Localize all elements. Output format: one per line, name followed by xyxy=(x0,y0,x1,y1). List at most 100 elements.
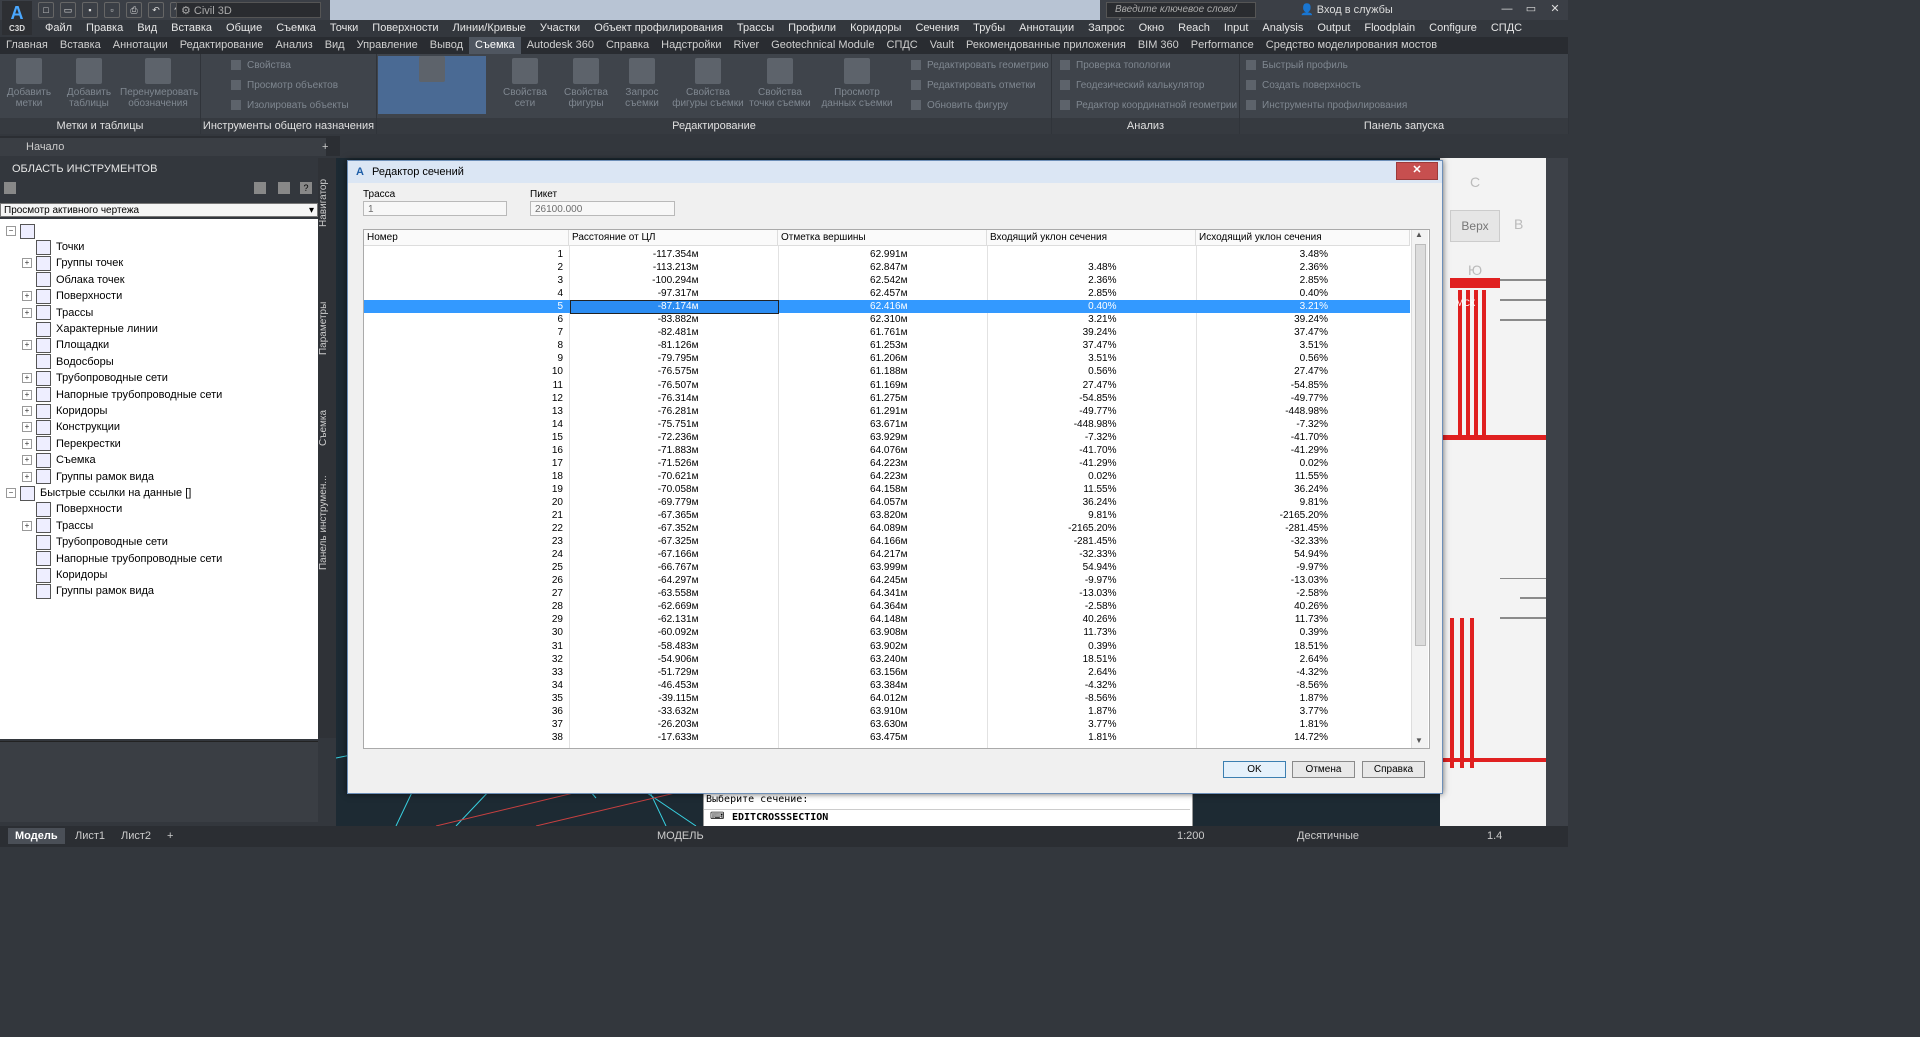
table-cell[interactable]: -54.85% xyxy=(997,392,1116,405)
table-cell[interactable]: 3.21% xyxy=(997,313,1116,326)
menu-item[interactable]: Analysis xyxy=(1255,20,1310,37)
table-cell[interactable]: -63.558м xyxy=(579,587,699,600)
table-cell[interactable]: 2 xyxy=(364,261,563,274)
table-cell[interactable]: 20 xyxy=(364,496,563,509)
survey-point-properties-button[interactable]: Свойства точки съемки xyxy=(747,58,813,109)
add-tables-button[interactable]: Добавить таблицы xyxy=(62,58,116,109)
table-cell[interactable]: 2.64% xyxy=(1206,653,1328,666)
menu-item[interactable]: Участки xyxy=(533,20,587,37)
tree-node[interactable]: + Трассы xyxy=(22,518,93,534)
expand-icon[interactable]: + xyxy=(22,389,32,400)
table-cell[interactable]: -8.56% xyxy=(1206,679,1328,692)
ribbon-tab[interactable]: Анализ xyxy=(270,37,319,54)
table-cell[interactable]: -97.317м xyxy=(579,287,699,300)
table-cell[interactable]: -2165.20% xyxy=(997,522,1116,535)
table-cell[interactable]: 0.56% xyxy=(1206,352,1328,365)
add-labels-button[interactable]: Добавить метки xyxy=(4,58,54,109)
table-cell[interactable]: 0.40% xyxy=(1206,287,1328,300)
table-cell[interactable]: 64.364м xyxy=(788,600,907,613)
close-icon[interactable]: ✕ xyxy=(1544,0,1566,18)
table-cell[interactable]: 61.169м xyxy=(788,379,907,392)
table-row[interactable]: 21 -67.365м 63.820м 9.81% -2165.20% xyxy=(364,509,1410,522)
table-cell[interactable]: -9.97% xyxy=(1206,561,1328,574)
table-row[interactable]: 2 -113.213м 62.847м 3.48% 2.36% xyxy=(364,261,1410,274)
table-cell[interactable]: 9.81% xyxy=(997,509,1116,522)
help-button[interactable]: Справка xyxy=(1362,761,1425,778)
tree-node[interactable]: +Напорные трубопроводные сети xyxy=(22,551,222,567)
column-header[interactable]: Номер xyxy=(364,230,569,245)
table-cell[interactable]: 61.761м xyxy=(788,326,907,339)
table-cell[interactable]: -79.795м xyxy=(579,352,699,365)
table-cell[interactable]: 36.24% xyxy=(997,496,1117,509)
table-cell[interactable]: 17 xyxy=(364,457,563,470)
table-cell[interactable]: 0.39% xyxy=(1206,626,1328,639)
update-figure-button[interactable]: Обновить фигуру xyxy=(911,96,1008,116)
table-cell[interactable]: 13 xyxy=(364,405,563,418)
table-cell[interactable]: 38 xyxy=(364,731,563,744)
table-cell[interactable]: -62.131м xyxy=(579,613,699,626)
table-cell[interactable]: 3.48% xyxy=(997,261,1116,274)
table-row[interactable]: 27 -63.558м 64.341м -13.03% -2.58% xyxy=(364,587,1410,600)
table-cell[interactable]: 0.56% xyxy=(997,365,1116,378)
table-cell[interactable]: -70.621м xyxy=(579,470,699,483)
table-cell[interactable]: -70.058м xyxy=(579,483,699,496)
column-header[interactable]: Входящий уклон сечения xyxy=(987,230,1196,245)
table-row[interactable]: 25 -66.767м 63.999м 54.94% -9.97% xyxy=(364,561,1410,574)
table-cell[interactable]: 7 xyxy=(364,326,563,339)
save-icon[interactable]: ▪ xyxy=(82,2,98,18)
table-cell[interactable]: 1.87% xyxy=(997,705,1116,718)
table-cell[interactable]: 61.291м xyxy=(788,405,907,418)
saveas-icon[interactable]: ▫ xyxy=(104,2,120,18)
table-cell[interactable]: 64.057м xyxy=(788,496,907,509)
table-cell[interactable]: -72.236м xyxy=(579,431,699,444)
table-cell[interactable]: 22 xyxy=(364,522,563,535)
table-cell[interactable]: -49.77% xyxy=(997,405,1116,418)
table-cell[interactable]: -54.85% xyxy=(1206,379,1328,392)
dialog-title-bar[interactable]: A Редактор сечений xyxy=(348,161,1442,183)
table-row[interactable]: 15 -72.236м 63.929м -7.32% -41.70% xyxy=(364,431,1410,444)
tree-node[interactable]: +Коридоры xyxy=(22,403,107,419)
ribbon-tab[interactable]: Средство моделирования мостов xyxy=(1260,37,1443,54)
scroll-thumb[interactable] xyxy=(1415,244,1426,646)
table-cell[interactable]: 63.156м xyxy=(788,666,907,679)
menu-item[interactable]: Файл xyxy=(38,20,79,37)
menu-item[interactable]: Правка xyxy=(79,20,130,37)
collapse-icon[interactable]: − xyxy=(6,226,16,237)
table-row[interactable]: 7 -82.481м 61.761м 39.24% 37.47% xyxy=(364,326,1410,339)
table-cell[interactable]: 64.223м xyxy=(788,457,907,470)
table-row[interactable]: 37 -26.203м 63.630м 3.77% 1.81% xyxy=(364,718,1410,731)
menu-item[interactable]: СПДС xyxy=(1484,20,1529,37)
table-cell[interactable]: 1.81% xyxy=(997,731,1116,744)
table-cell[interactable]: -76.314м xyxy=(579,392,699,405)
isolate-objects-button[interactable]: Изолировать объекты xyxy=(231,96,349,116)
table-cell[interactable]: -69.779м xyxy=(579,496,699,509)
command-input-row[interactable]: ⌨ EDITCROSSSECTION xyxy=(704,809,1190,826)
table-row[interactable]: 23 -67.325м 64.166м -281.45% -32.33% xyxy=(364,535,1410,548)
menu-item[interactable]: Трассы xyxy=(730,20,781,37)
table-cell[interactable]: 3 xyxy=(364,274,563,287)
ribbon-tab[interactable]: Главная xyxy=(0,37,54,54)
table-cell[interactable]: -67.325м xyxy=(579,535,699,548)
tab-settings[interactable]: Параметры xyxy=(318,288,336,368)
table-cell[interactable]: -4.32% xyxy=(1206,666,1328,679)
table-row[interactable]: 12 -76.314м 61.275м -54.85% -49.77% xyxy=(364,392,1410,405)
table-cell[interactable]: 18.51% xyxy=(1206,640,1328,653)
table-cell[interactable]: 11.73% xyxy=(997,626,1116,639)
toolspace-menu-icon[interactable] xyxy=(4,182,16,194)
table-row[interactable]: 8 -81.126м 61.253м 37.47% 3.51% xyxy=(364,339,1410,352)
tree-node[interactable]: + Съемка xyxy=(22,452,96,468)
tab-model[interactable]: Модель xyxy=(8,828,65,844)
tree-node[interactable]: +Коридоры xyxy=(22,567,107,583)
table-row[interactable]: 30 -60.092м 63.908м 11.73% 0.39% xyxy=(364,626,1410,639)
table-cell[interactable]: 16 xyxy=(364,444,563,457)
table-cell[interactable]: 2.36% xyxy=(997,274,1116,287)
tree-node[interactable]: + Перекрестки xyxy=(22,436,121,452)
table-row[interactable]: 3 -100.294м 62.542м 2.36% 2.85% xyxy=(364,274,1410,287)
menu-item[interactable]: Общие xyxy=(219,20,269,37)
ribbon-tab[interactable]: River xyxy=(727,37,765,54)
table-cell[interactable]: -113.213м xyxy=(579,261,699,274)
tab-navigator[interactable]: Навигатор xyxy=(318,158,336,248)
tab-survey[interactable]: Съемка xyxy=(318,398,336,458)
table-row[interactable]: 13 -76.281м 61.291м -49.77% -448.98% xyxy=(364,405,1410,418)
table-row[interactable]: 16 -71.883м 64.076м -41.70% -41.29% xyxy=(364,444,1410,457)
